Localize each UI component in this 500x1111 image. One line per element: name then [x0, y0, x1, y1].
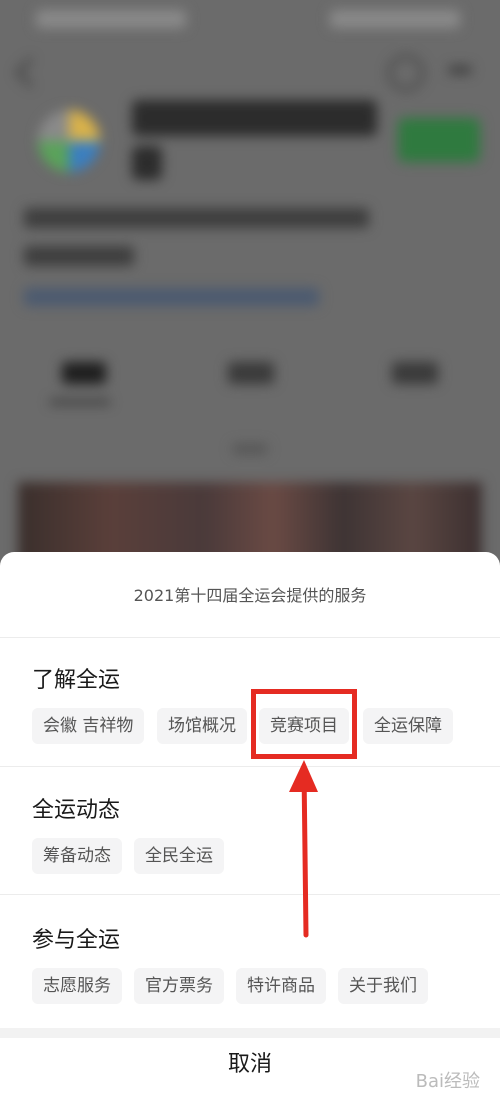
- sheet-title: 2021第十四届全运会提供的服务: [133, 586, 367, 605]
- back-icon: [15, 57, 46, 88]
- chip-volunteer[interactable]: 志愿服务: [32, 968, 122, 1004]
- watermark: Bai经验: [415, 1071, 480, 1092]
- section-title-learn: 了解全运: [32, 668, 121, 693]
- search-icon: [388, 55, 424, 91]
- section-title-news: 全运动态: [32, 798, 121, 823]
- chip-nationwide-games[interactable]: 全民全运: [134, 838, 224, 874]
- highlight-box: [251, 689, 357, 759]
- app-title-blur: [132, 100, 377, 136]
- chip-preparation-news[interactable]: 筹备动态: [32, 838, 122, 874]
- app-logo: [38, 110, 100, 172]
- section-title-participate: 参与全运: [32, 928, 121, 953]
- link-blur: [24, 288, 319, 306]
- chip-emblem-mascot[interactable]: 会徽 吉祥物: [32, 708, 145, 744]
- chip-venues[interactable]: 场馆概况: [157, 708, 247, 744]
- follow-button-blur: [398, 118, 480, 162]
- chip-games-support[interactable]: 全运保障: [363, 708, 453, 744]
- status-bar: [0, 0, 500, 40]
- more-icon: [448, 66, 472, 74]
- chip-about-us[interactable]: 关于我们: [338, 968, 428, 1004]
- chip-licensed-goods[interactable]: 特许商品: [236, 968, 326, 1004]
- description-blur: [24, 208, 369, 228]
- chip-tickets[interactable]: 官方票务: [134, 968, 224, 1004]
- services-bottom-sheet: 2021第十四届全运会提供的服务 了解全运 会徽 吉祥物 场馆概况 竞赛项目 全…: [0, 552, 500, 1111]
